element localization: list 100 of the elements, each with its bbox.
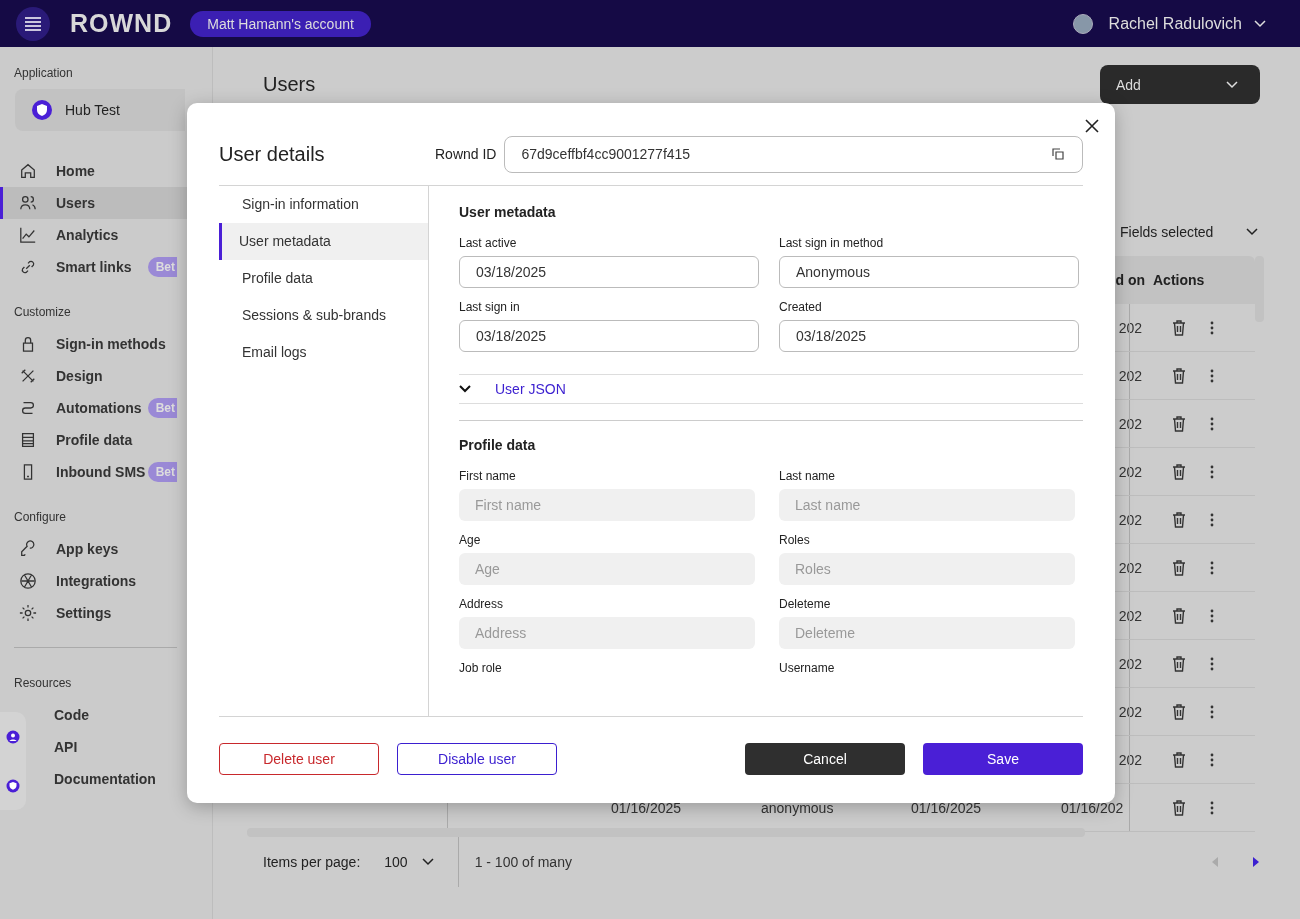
more-icon[interactable] [1210, 800, 1214, 815]
trash-icon[interactable] [1172, 319, 1186, 336]
fields-select[interactable]: Fields selected [1120, 216, 1258, 248]
chevron-down-icon [1254, 19, 1266, 28]
table-cell-text: anonymous [760, 799, 835, 816]
trash-icon[interactable] [1172, 559, 1186, 576]
trash-icon[interactable] [1172, 367, 1186, 384]
avatar [1072, 13, 1093, 34]
delete-user-button[interactable]: Delete user [219, 743, 379, 775]
field-label: Username [779, 661, 836, 675]
field-label: Address [459, 597, 505, 611]
nav-item[interactable]: Sign-in methods [0, 328, 212, 360]
table-cell: 202 [1118, 559, 1142, 576]
table-cell: 202 [1118, 607, 1142, 624]
nav-item[interactable]: Analytics [0, 219, 212, 251]
more-icon[interactable] [1210, 704, 1214, 719]
more-icon[interactable] [1210, 512, 1214, 527]
column-header: d on [1115, 272, 1145, 288]
trash-icon[interactable] [1172, 415, 1186, 432]
nav-item[interactable]: Automations Bet [0, 392, 212, 424]
list-icon [19, 431, 37, 449]
key-icon [19, 540, 37, 558]
nav-item[interactable]: Settings [0, 597, 212, 629]
more-icon[interactable] [1210, 656, 1214, 671]
nav-item[interactable]: Integrations [0, 565, 212, 597]
trash-icon[interactable] [1172, 751, 1186, 768]
input-field[interactable]: Age [459, 553, 755, 585]
menu-button[interactable] [16, 6, 50, 41]
more-icon[interactable] [1210, 416, 1214, 431]
chevron-down-icon [1226, 80, 1238, 89]
dialog-tab[interactable]: Sign-in information [219, 186, 428, 223]
more-icon[interactable] [1210, 752, 1214, 767]
home-icon [19, 162, 37, 180]
more-icon[interactable] [1210, 368, 1214, 383]
nav-item[interactable]: Profile data [0, 424, 212, 456]
shield-icon[interactable] [6, 778, 20, 793]
text-field[interactable]: 03/18/2025 [459, 320, 759, 352]
more-icon[interactable] [1210, 560, 1214, 575]
nav-item[interactable]: Code [30, 699, 177, 731]
page-title: Users [263, 73, 316, 96]
table-cell: 202 [1118, 367, 1142, 384]
user-icon[interactable] [6, 729, 20, 744]
nav-item[interactable]: App keys [0, 533, 212, 565]
input-field[interactable]: Roles [779, 553, 1075, 585]
text-field[interactable]: 03/18/2025 [779, 320, 1079, 352]
logo: ROWND [70, 9, 173, 38]
input-field[interactable]: Address [459, 617, 755, 649]
user-json-toggle[interactable]: User JSON [459, 374, 1083, 404]
nav-item[interactable]: Inbound SMS Bet [0, 456, 212, 488]
users-icon [19, 194, 37, 212]
table-cell-text: 01/16/202 [1060, 799, 1125, 816]
text-field[interactable]: 03/18/2025 [459, 256, 759, 288]
save-button[interactable]: Save [923, 743, 1083, 775]
trash-icon[interactable] [1172, 511, 1186, 528]
nav-item[interactable]: API [30, 731, 177, 763]
copy-icon[interactable] [1052, 148, 1064, 160]
input-field[interactable]: Deleteme [779, 617, 1075, 649]
field-label: Created [779, 300, 823, 314]
account-button[interactable]: Matt Hamann's account [190, 10, 371, 37]
dialog-tab[interactable]: User metadata [219, 223, 428, 260]
trash-icon[interactable] [1172, 607, 1186, 624]
more-icon[interactable] [1210, 320, 1214, 335]
nav-item[interactable]: Design [0, 360, 212, 392]
nav-item[interactable]: Documentation [30, 763, 177, 795]
field-label: Rownd ID [435, 146, 497, 162]
more-icon[interactable] [1210, 608, 1214, 623]
next-page-icon[interactable] [1252, 857, 1260, 867]
add-button[interactable]: Add [1100, 65, 1260, 104]
user-menu-button[interactable]: Rachel Radulovich [1102, 13, 1272, 34]
trash-icon[interactable] [1172, 799, 1186, 816]
page-range: 1 - 100 of many [474, 854, 572, 870]
dialog-tab[interactable]: Email logs [219, 334, 428, 371]
nav-item[interactable]: Smart links Bet [0, 251, 212, 283]
section-label: Customize [13, 304, 72, 320]
input-field[interactable]: First name [459, 489, 755, 521]
chart-icon [19, 226, 37, 244]
dialog-tab[interactable]: Sessions & sub-brands [219, 297, 428, 334]
table-cell: 202 [1118, 319, 1142, 336]
more-icon[interactable] [1210, 464, 1214, 479]
table-cell: 202 [1118, 703, 1142, 720]
trash-icon[interactable] [1172, 655, 1186, 672]
text-field[interactable]: Anonymous [779, 256, 1079, 288]
input-field[interactable]: Last name [779, 489, 1075, 521]
id-field[interactable]: 67d9ceffbf4cc9001277f415 [504, 135, 1083, 173]
dialog-title: User details [219, 142, 326, 166]
nav-item[interactable]: Home [0, 155, 212, 187]
table-cell: 202 [1118, 415, 1142, 432]
trash-icon[interactable] [1172, 703, 1186, 720]
close-icon[interactable] [1085, 119, 1099, 133]
integrations-icon [19, 572, 37, 590]
cancel-button[interactable]: Cancel [745, 743, 905, 775]
dialog-tab[interactable]: Profile data [219, 260, 428, 297]
app-select[interactable]: Hub Test [15, 89, 185, 131]
trash-icon[interactable] [1172, 463, 1186, 480]
page-size-select[interactable]: 100 [378, 853, 440, 871]
field-label: Job role [459, 661, 503, 675]
scrollbar[interactable] [247, 828, 1085, 837]
disable-user-button[interactable]: Disable user [397, 743, 557, 775]
section-title: User metadata [459, 203, 557, 222]
table-cell-text: 01/16/2025 [910, 799, 983, 816]
